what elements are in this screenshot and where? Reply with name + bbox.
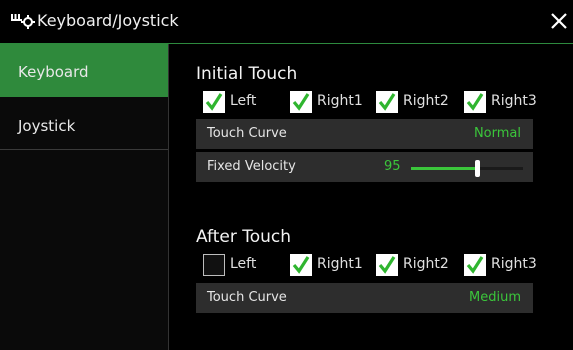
after-touch-curve-row[interactable]: Touch Curve Medium [196,283,533,313]
checkbox-label: Right3 [491,256,537,272]
initial-touch-curve-row[interactable]: Touch Curve Normal [196,119,533,149]
sidebar: Keyboard Joystick [0,44,169,350]
touch-curve-value: Normal [473,126,521,141]
checkbox-label: Right2 [403,93,449,109]
fixed-velocity-value: 95 [384,159,401,174]
after-touch-title: After Touch [196,227,292,247]
checkbox-label: Left [230,93,257,109]
after-touch-right2-checkbox[interactable] [376,254,398,276]
sidebar-item-label: Joystick [18,117,76,135]
touch-curve-value: Medium [469,290,521,305]
after-touch-left-checkbox[interactable] [203,254,225,276]
check-icon [292,93,310,111]
slider-fill [411,167,477,170]
checkbox-label: Right2 [403,256,449,272]
touch-curve-label: Touch Curve [207,290,287,305]
fixed-velocity-label: Fixed Velocity [207,159,296,174]
checkbox-label: Left [230,256,257,272]
after-touch-right3-checkbox[interactable] [464,254,486,276]
check-icon [378,256,396,274]
fixed-velocity-slider[interactable] [411,160,523,177]
checkbox-label: Right1 [317,256,363,272]
keyboard-joystick-icon [11,14,35,29]
touch-curve-label: Touch Curve [207,126,287,141]
initial-touch-right1-checkbox[interactable] [290,91,312,113]
initial-touch-left-checkbox[interactable] [203,91,225,113]
close-icon[interactable] [546,8,572,34]
slider-thumb[interactable] [475,160,480,177]
fixed-velocity-row: Fixed Velocity 95 [196,152,533,182]
check-icon [466,256,484,274]
checkbox-label: Right3 [491,93,537,109]
after-touch-right1-checkbox[interactable] [290,254,312,276]
check-icon [378,93,396,111]
page-title: Keyboard/Joystick [37,11,179,30]
title-bar: Keyboard/Joystick [0,0,573,44]
check-icon [466,93,484,111]
checkbox-label: Right1 [317,93,363,109]
check-icon [205,93,223,111]
check-icon [292,256,310,274]
initial-touch-title: Initial Touch [196,64,298,84]
initial-touch-right2-checkbox[interactable] [376,91,398,113]
initial-touch-right3-checkbox[interactable] [464,91,486,113]
sidebar-item-keyboard[interactable]: Keyboard [0,44,168,97]
sidebar-item-label: Keyboard [18,63,89,81]
sidebar-item-joystick[interactable]: Joystick [0,98,168,150]
